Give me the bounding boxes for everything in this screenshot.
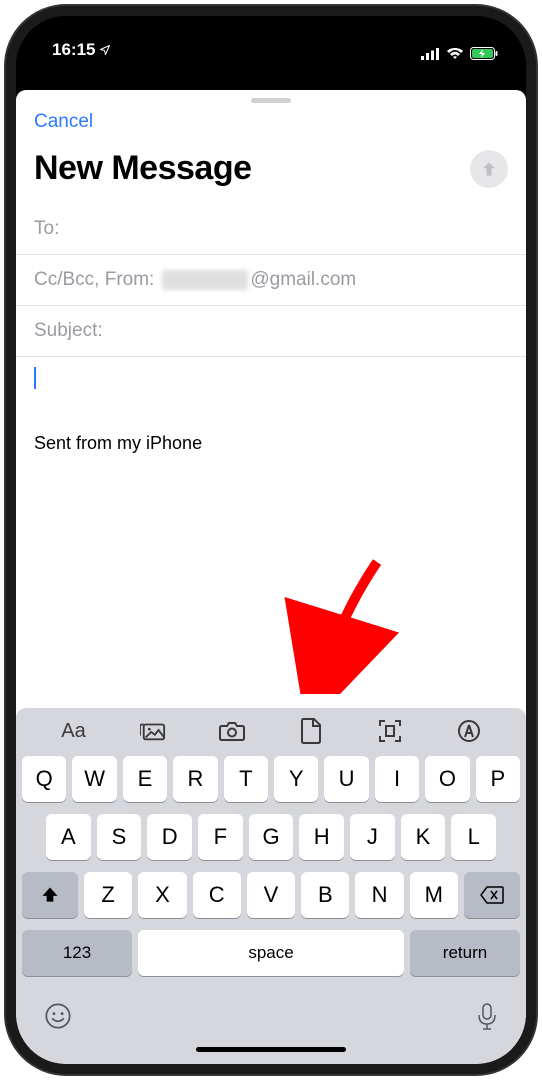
markup-icon [457, 719, 481, 743]
emoji-icon [44, 1002, 72, 1030]
body-area[interactable]: Sent from my iPhone [16, 357, 526, 708]
key-q[interactable]: Q [22, 756, 66, 802]
to-input[interactable] [59, 218, 508, 240]
key-y[interactable]: Y [274, 756, 318, 802]
emoji-button[interactable] [44, 1002, 72, 1037]
keyboard-row-2: A S D F G H J K L [22, 814, 520, 860]
keyboard-row-1: Q W E R T Y U I O P [22, 756, 520, 802]
cellular-icon [421, 48, 440, 60]
wifi-icon [446, 47, 464, 60]
photo-library-button[interactable] [140, 718, 166, 744]
key-m[interactable]: M [410, 872, 458, 918]
format-text-button[interactable]: Aa [61, 718, 87, 744]
header: Cancel [16, 109, 526, 137]
key-o[interactable]: O [425, 756, 469, 802]
key-x[interactable]: X [138, 872, 186, 918]
from-domain: @gmail.com [250, 269, 356, 291]
key-u[interactable]: U [324, 756, 368, 802]
time-label: 16:15 [52, 40, 95, 60]
screen: 16:15 Cancel New Message To: [16, 16, 526, 1064]
camera-icon [219, 720, 245, 742]
shift-key[interactable] [22, 872, 78, 918]
key-c[interactable]: C [193, 872, 241, 918]
space-key[interactable]: space [138, 930, 404, 976]
backspace-icon [480, 886, 504, 904]
scan-icon [378, 719, 402, 743]
key-v[interactable]: V [247, 872, 295, 918]
key-s[interactable]: S [97, 814, 142, 860]
arrow-up-icon [479, 159, 499, 179]
document-icon [300, 718, 322, 744]
ccbcc-field[interactable]: Cc/Bcc, From: @gmail.com [16, 255, 526, 306]
title-row: New Message [16, 137, 526, 204]
status-icons [421, 47, 498, 60]
keyboard-footer [22, 988, 520, 1037]
markup-button[interactable] [456, 718, 482, 744]
cancel-button[interactable]: Cancel [34, 111, 93, 133]
scan-document-button[interactable] [377, 718, 403, 744]
shift-icon [40, 885, 60, 905]
microphone-icon [476, 1002, 498, 1032]
text-cursor-icon [34, 367, 36, 389]
subject-field[interactable]: Subject: [16, 306, 526, 357]
notch [166, 16, 376, 44]
key-i[interactable]: I [375, 756, 419, 802]
battery-charging-icon [470, 47, 498, 60]
photo-library-icon [140, 720, 166, 742]
subject-input[interactable] [103, 320, 508, 342]
attach-document-button[interactable] [298, 718, 324, 744]
ccbcc-label: Cc/Bcc, From: [34, 269, 154, 291]
to-label: To: [34, 218, 59, 240]
keyboard: Q W E R T Y U I O P A S D F G H [16, 750, 526, 1064]
key-h[interactable]: H [299, 814, 344, 860]
annotation-arrow-icon [282, 554, 402, 694]
camera-button[interactable] [219, 718, 245, 744]
key-p[interactable]: P [476, 756, 520, 802]
to-field[interactable]: To: [16, 204, 526, 255]
dictation-button[interactable] [476, 1002, 498, 1037]
subject-label: Subject: [34, 320, 103, 342]
status-time: 16:15 [52, 40, 111, 60]
location-icon [99, 44, 111, 56]
signature-text: Sent from my iPhone [34, 433, 508, 454]
phone-frame: 16:15 Cancel New Message To: [6, 6, 536, 1074]
return-key[interactable]: return [410, 930, 520, 976]
key-t[interactable]: T [224, 756, 268, 802]
key-b[interactable]: B [301, 872, 349, 918]
compose-sheet: Cancel New Message To: Cc/Bcc, From: @gm… [16, 90, 526, 1064]
home-indicator[interactable] [196, 1047, 346, 1052]
numeric-key[interactable]: 123 [22, 930, 132, 976]
key-w[interactable]: W [72, 756, 116, 802]
keyboard-row-3: Z X C V B N M [22, 872, 520, 918]
keyboard-toolbar: Aa [16, 708, 526, 750]
sheet-handle-icon[interactable] [251, 98, 291, 103]
key-l[interactable]: L [451, 814, 496, 860]
page-title: New Message [34, 149, 252, 188]
keyboard-row-4: 123 space return [22, 930, 520, 976]
key-g[interactable]: G [249, 814, 294, 860]
key-z[interactable]: Z [84, 872, 132, 918]
backspace-key[interactable] [464, 872, 520, 918]
key-k[interactable]: K [401, 814, 446, 860]
redacted-email-prefix [162, 270, 248, 290]
key-d[interactable]: D [147, 814, 192, 860]
send-button[interactable] [470, 150, 508, 188]
key-j[interactable]: J [350, 814, 395, 860]
key-a[interactable]: A [46, 814, 91, 860]
key-e[interactable]: E [123, 756, 167, 802]
key-n[interactable]: N [355, 872, 403, 918]
key-r[interactable]: R [173, 756, 217, 802]
key-f[interactable]: F [198, 814, 243, 860]
